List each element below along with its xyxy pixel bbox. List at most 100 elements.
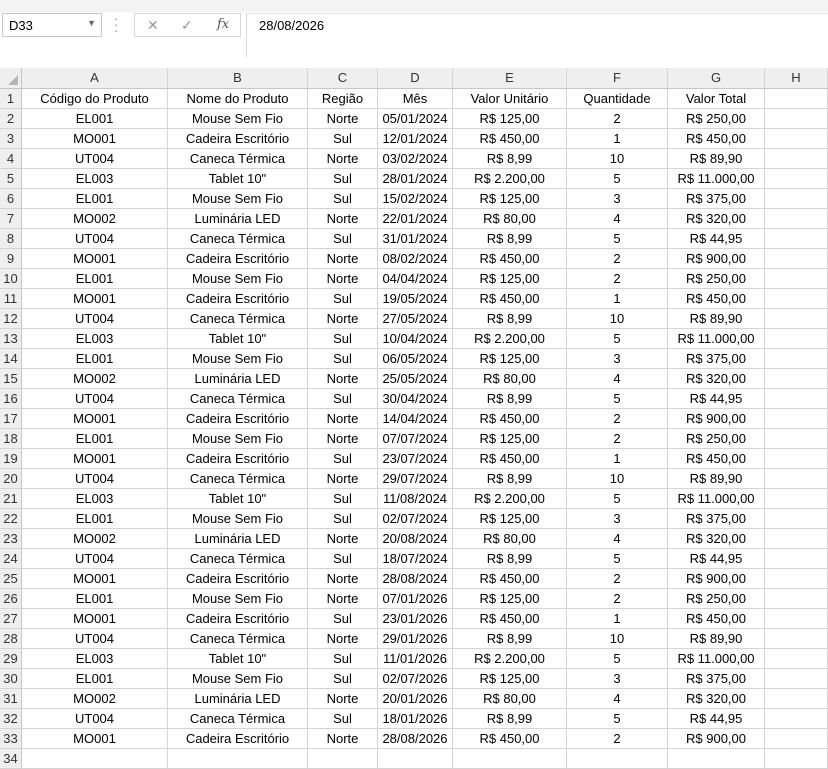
cell-h23[interactable] xyxy=(765,529,828,549)
cell-f10[interactable]: 2 xyxy=(567,269,668,289)
cell-g16[interactable]: R$ 44,95 xyxy=(668,389,765,409)
cell-g10[interactable]: R$ 250,00 xyxy=(668,269,765,289)
cell-f15[interactable]: 4 xyxy=(567,369,668,389)
cell-e17[interactable]: R$ 450,00 xyxy=(453,409,567,429)
cell-e32[interactable]: R$ 8,99 xyxy=(453,709,567,729)
cell-f28[interactable]: 10 xyxy=(567,629,668,649)
cell-c5[interactable]: Sul xyxy=(308,169,378,189)
cell-d1[interactable]: Mês xyxy=(378,89,453,109)
row-header[interactable]: 9 xyxy=(0,249,22,269)
cell-e34[interactable] xyxy=(453,749,567,769)
cell-c4[interactable]: Norte xyxy=(308,149,378,169)
cell-h24[interactable] xyxy=(765,549,828,569)
row-header[interactable]: 32 xyxy=(0,709,22,729)
cell-a2[interactable]: EL001 xyxy=(22,109,168,129)
cell-h16[interactable] xyxy=(765,389,828,409)
row-header[interactable]: 20 xyxy=(0,469,22,489)
row-header[interactable]: 24 xyxy=(0,549,22,569)
cell-c19[interactable]: Sul xyxy=(308,449,378,469)
cell-b11[interactable]: Cadeira Escritório xyxy=(168,289,308,309)
cell-c30[interactable]: Sul xyxy=(308,669,378,689)
cell-e25[interactable]: R$ 450,00 xyxy=(453,569,567,589)
cell-e29[interactable]: R$ 2.200,00 xyxy=(453,649,567,669)
cell-e3[interactable]: R$ 450,00 xyxy=(453,129,567,149)
row-header[interactable]: 10 xyxy=(0,269,22,289)
cell-f32[interactable]: 5 xyxy=(567,709,668,729)
row-header[interactable]: 16 xyxy=(0,389,22,409)
cell-f31[interactable]: 4 xyxy=(567,689,668,709)
cell-h21[interactable] xyxy=(765,489,828,509)
row-header[interactable]: 4 xyxy=(0,149,22,169)
cell-a17[interactable]: MO001 xyxy=(22,409,168,429)
cell-b25[interactable]: Cadeira Escritório xyxy=(168,569,308,589)
cell-f3[interactable]: 1 xyxy=(567,129,668,149)
cell-f8[interactable]: 5 xyxy=(567,229,668,249)
cell-d20[interactable]: 29/07/2024 xyxy=(378,469,453,489)
cell-a21[interactable]: EL003 xyxy=(22,489,168,509)
cell-e7[interactable]: R$ 80,00 xyxy=(453,209,567,229)
cell-a25[interactable]: MO001 xyxy=(22,569,168,589)
cell-c25[interactable]: Norte xyxy=(308,569,378,589)
cell-h13[interactable] xyxy=(765,329,828,349)
cell-c1[interactable]: Região xyxy=(308,89,378,109)
cell-g4[interactable]: R$ 89,90 xyxy=(668,149,765,169)
column-header-d[interactable]: D xyxy=(378,68,453,88)
cell-f27[interactable]: 1 xyxy=(567,609,668,629)
cell-c17[interactable]: Norte xyxy=(308,409,378,429)
cell-h28[interactable] xyxy=(765,629,828,649)
cell-f30[interactable]: 3 xyxy=(567,669,668,689)
cell-g22[interactable]: R$ 375,00 xyxy=(668,509,765,529)
cell-g32[interactable]: R$ 44,95 xyxy=(668,709,765,729)
cell-g17[interactable]: R$ 900,00 xyxy=(668,409,765,429)
cell-g18[interactable]: R$ 250,00 xyxy=(668,429,765,449)
cell-f5[interactable]: 5 xyxy=(567,169,668,189)
cell-a9[interactable]: MO001 xyxy=(22,249,168,269)
cell-e20[interactable]: R$ 8,99 xyxy=(453,469,567,489)
cell-g24[interactable]: R$ 44,95 xyxy=(668,549,765,569)
cell-c28[interactable]: Norte xyxy=(308,629,378,649)
select-all-corner[interactable] xyxy=(0,68,22,88)
cell-f16[interactable]: 5 xyxy=(567,389,668,409)
cell-e21[interactable]: R$ 2.200,00 xyxy=(453,489,567,509)
cell-g27[interactable]: R$ 450,00 xyxy=(668,609,765,629)
row-header[interactable]: 15 xyxy=(0,369,22,389)
cell-b30[interactable]: Mouse Sem Fio xyxy=(168,669,308,689)
cell-d13[interactable]: 10/04/2024 xyxy=(378,329,453,349)
cell-e19[interactable]: R$ 450,00 xyxy=(453,449,567,469)
cell-d9[interactable]: 08/02/2024 xyxy=(378,249,453,269)
cell-b6[interactable]: Mouse Sem Fio xyxy=(168,189,308,209)
cell-c31[interactable]: Norte xyxy=(308,689,378,709)
row-header[interactable]: 17 xyxy=(0,409,22,429)
cell-e5[interactable]: R$ 2.200,00 xyxy=(453,169,567,189)
cell-f25[interactable]: 2 xyxy=(567,569,668,589)
cell-c13[interactable]: Sul xyxy=(308,329,378,349)
cell-b7[interactable]: Luminária LED xyxy=(168,209,308,229)
column-header-e[interactable]: E xyxy=(453,68,567,88)
cell-f26[interactable]: 2 xyxy=(567,589,668,609)
row-header[interactable]: 7 xyxy=(0,209,22,229)
cell-b29[interactable]: Tablet 10" xyxy=(168,649,308,669)
cell-a19[interactable]: MO001 xyxy=(22,449,168,469)
cell-g33[interactable]: R$ 900,00 xyxy=(668,729,765,749)
cell-d30[interactable]: 02/07/2026 xyxy=(378,669,453,689)
cell-d25[interactable]: 28/08/2024 xyxy=(378,569,453,589)
cell-c20[interactable]: Norte xyxy=(308,469,378,489)
cell-b33[interactable]: Cadeira Escritório xyxy=(168,729,308,749)
cell-h6[interactable] xyxy=(765,189,828,209)
cell-b19[interactable]: Cadeira Escritório xyxy=(168,449,308,469)
row-header[interactable]: 29 xyxy=(0,649,22,669)
cell-d29[interactable]: 11/01/2026 xyxy=(378,649,453,669)
cell-c21[interactable]: Sul xyxy=(308,489,378,509)
cell-h14[interactable] xyxy=(765,349,828,369)
cell-a11[interactable]: MO001 xyxy=(22,289,168,309)
cell-b12[interactable]: Caneca Térmica xyxy=(168,309,308,329)
cell-a3[interactable]: MO001 xyxy=(22,129,168,149)
cell-g28[interactable]: R$ 89,90 xyxy=(668,629,765,649)
row-header[interactable]: 19 xyxy=(0,449,22,469)
cell-a10[interactable]: EL001 xyxy=(22,269,168,289)
cell-a29[interactable]: EL003 xyxy=(22,649,168,669)
cell-e14[interactable]: R$ 125,00 xyxy=(453,349,567,369)
cell-h31[interactable] xyxy=(765,689,828,709)
cell-d10[interactable]: 04/04/2024 xyxy=(378,269,453,289)
cell-e6[interactable]: R$ 125,00 xyxy=(453,189,567,209)
